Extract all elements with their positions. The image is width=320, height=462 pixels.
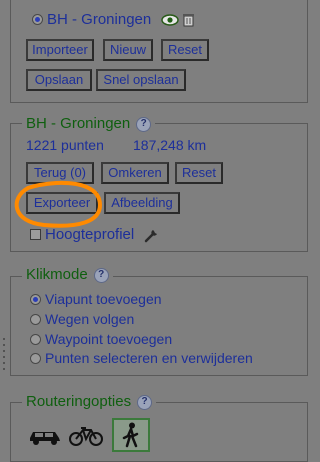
option-follow-roads[interactable]: Wegen volgen [30, 311, 134, 327]
routing-legend: Routeringopties ? [22, 393, 157, 411]
route-panel-title: BH - Groningen [26, 115, 131, 132]
import-button[interactable]: Importeer [26, 39, 94, 61]
new-button[interactable]: Nieuw [103, 39, 153, 61]
help-icon[interactable]: ? [136, 116, 152, 132]
quick-save-button[interactable]: Snel opslaan [96, 69, 186, 91]
help-icon[interactable]: ? [93, 267, 109, 283]
radio-button[interactable] [30, 333, 41, 345]
image-button[interactable]: Afbeelding [104, 192, 180, 214]
option-label: Wegen volgen [45, 311, 135, 327]
reset-button-top[interactable]: Reset [161, 39, 209, 61]
option-select-delete[interactable]: Punten selecteren en verwijderen [30, 350, 253, 366]
route-select-row[interactable]: BH - Groningen [32, 11, 195, 28]
radio-button[interactable] [30, 352, 41, 364]
drag-handle[interactable] [2, 336, 8, 376]
option-label: Punten selecteren en verwijderen [45, 350, 253, 366]
option-viapoint[interactable]: Viapunt toevoegen [30, 291, 162, 307]
routing-title: Routeringopties [26, 393, 132, 410]
bicycle-icon [69, 427, 103, 446]
click-mode-title: Klikmode [26, 266, 88, 283]
option-waypoint[interactable]: Waypoint toevoegen [30, 331, 172, 347]
help-icon[interactable]: ? [137, 394, 153, 410]
route-radio[interactable] [32, 14, 43, 25]
undo-button[interactable]: Terug (0) [26, 162, 94, 184]
bicycle-mode-button[interactable] [68, 421, 104, 451]
export-button[interactable]: Exporteer [26, 192, 98, 214]
height-profile-label: Hoogteprofiel [45, 226, 135, 243]
radio-button[interactable] [30, 293, 41, 305]
route-name-label: BH - Groningen [47, 11, 152, 28]
save-button[interactable]: Opslaan [26, 69, 92, 91]
click-mode-legend: Klikmode ? [22, 266, 113, 284]
option-label: Waypoint toevoegen [45, 331, 173, 347]
car-mode-button[interactable] [27, 421, 63, 451]
distance-value: 187,248 km [133, 137, 207, 153]
eye-icon[interactable] [161, 13, 179, 26]
reset-button-route[interactable]: Reset [175, 162, 223, 184]
reverse-button[interactable]: Omkeren [101, 162, 169, 184]
car-icon [30, 432, 60, 445]
radio-button[interactable] [30, 313, 41, 325]
wrench-icon[interactable] [144, 227, 160, 243]
height-profile-row[interactable]: Hoogteprofiel [30, 226, 160, 243]
height-profile-checkbox[interactable] [30, 229, 41, 240]
points-count: 1221 punten [26, 137, 104, 153]
walking-icon [122, 422, 139, 448]
route-panel-legend: BH - Groningen ? [22, 115, 156, 133]
option-label: Viapunt toevoegen [45, 291, 162, 307]
trash-icon[interactable] [183, 13, 195, 27]
walking-mode-button[interactable] [112, 418, 150, 452]
